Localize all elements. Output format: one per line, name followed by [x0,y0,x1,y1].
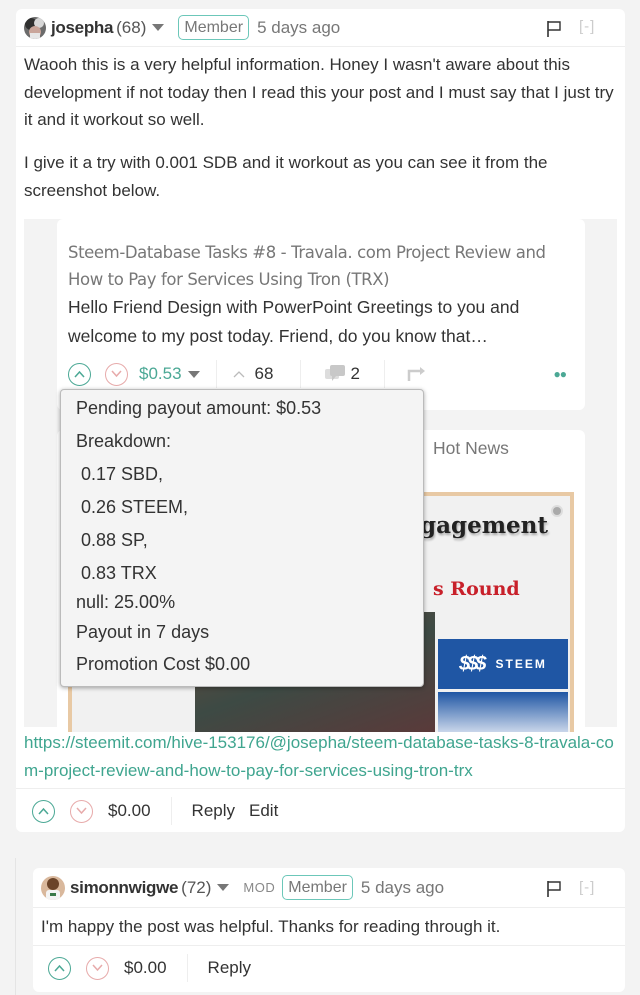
chevron-up-icon [38,807,49,815]
footer-divider [33,945,625,946]
tooltip-pending-payout: Pending payout amount: $0.53 [76,398,322,418]
author-name[interactable]: simonnwigwe [70,878,178,898]
upvote-icon [68,362,91,386]
chevron-down-icon [76,807,87,815]
comment-payout[interactable]: $0.00 [108,801,151,821]
reply-card: simonnwigwe (72) MOD Member 5 days ago [… [33,868,625,992]
thread-line [15,858,16,995]
steem-logo-reflection [438,692,568,732]
embedded-post-excerpt: Hello Friend Design with PowerPoint Gree… [68,297,520,346]
reply-payout[interactable]: $0.00 [124,958,167,978]
embedded-post-2-title: Hot News [433,438,509,458]
member-badge: Member [282,875,353,900]
steem-logo-icon: $$$ [459,652,486,675]
embedded-post-card: Steem-Database Tasks #8 - Travala. com P… [57,219,585,410]
image-pin-icon [551,505,563,517]
author-menu-caret-icon[interactable] [217,884,230,891]
avatar[interactable] [41,875,65,900]
downvote-button[interactable] [70,799,93,823]
upvote-button[interactable] [32,799,55,823]
tooltip-breakdown-item: 0.88 SP, [81,530,148,550]
comment-header: josepha (68) Member 5 days ago [-] [16,9,625,47]
member-badge: Member [178,15,250,40]
avatar[interactable] [24,16,46,39]
author-reputation: (68) [116,17,147,37]
resteem-icon [407,367,425,381]
upvote-button[interactable] [48,956,71,980]
votes-chevron-icon [233,371,245,378]
reply-text: I'm happy the post was helpful. Thanks f… [41,917,501,936]
tooltip-promotion-cost: Promotion Cost $0.00 [76,654,251,674]
comment-footer: $0.00 Reply Edit [32,797,278,825]
downvote-button[interactable] [86,956,109,980]
divider [215,360,217,388]
post-link[interactable]: https://steemit.com/hive-153176/@josepha… [24,729,614,785]
comment-paragraph: I give it a try with 0.001 SDB and it wo… [24,153,548,200]
embedded-payout: $0.53 [139,364,182,383]
flag-icon[interactable] [546,880,562,898]
reply-button[interactable]: Reply [208,958,251,978]
payout-tooltip: Pending payout amount: $0.53 Breakdown: … [60,389,424,687]
divider [300,360,302,388]
timestamp[interactable]: 5 days ago [361,878,444,898]
flag-icon[interactable] [546,20,562,38]
embedded-comment-count: 2 [350,364,360,383]
embedded-post-actions: $0.53 68 2 ●● [68,360,578,388]
chevron-up-icon [54,964,65,972]
tooltip-breakdown-item: 0.17 SBD, [81,464,164,484]
chevron-down-icon [92,964,103,972]
payout-caret-icon [187,370,200,378]
reply-footer: $0.00 Reply [48,954,251,982]
tooltip-breakdown-item: 0.83 TRX [81,563,157,583]
tooltip-payout-in: Payout in 7 days [76,622,210,642]
collapse-button[interactable]: [-] [579,18,595,35]
author-name[interactable]: josepha [51,18,113,38]
role-label: MOD [243,880,276,895]
steem-brand-text: STEEM [495,657,547,671]
edit-button[interactable]: Edit [249,801,278,821]
comment-paragraph: Waooh this is a very helpful information… [24,55,614,129]
divider [170,797,172,825]
embedded-post-title: Steem-Database Tasks #8 - Travala. com P… [68,243,546,289]
tooltip-null-line: null: 25.00% [76,592,176,612]
image-headline: gagement [420,512,549,539]
tooltip-breakdown-item: 0.26 STEEM, [81,497,189,517]
downvote-icon [105,362,128,386]
more-options-icon: ●● [553,367,567,381]
collapse-button[interactable]: [-] [579,879,595,896]
reply-button[interactable]: Reply [192,801,235,821]
steem-logo-block: $$$ STEEM [438,639,568,689]
author-menu-caret-icon[interactable] [152,24,165,31]
tooltip-breakdown-label: Breakdown: [76,431,172,451]
timestamp[interactable]: 5 days ago [257,18,340,38]
divider [383,360,385,388]
embedded-vote-count: 68 [254,364,274,383]
comments-icon [325,365,346,381]
image-subheadline: s Round [433,578,520,600]
divider [186,954,188,982]
footer-divider [16,788,625,789]
author-reputation: (72) [181,877,212,897]
reply-header: simonnwigwe (72) MOD Member 5 days ago [… [33,868,625,908]
